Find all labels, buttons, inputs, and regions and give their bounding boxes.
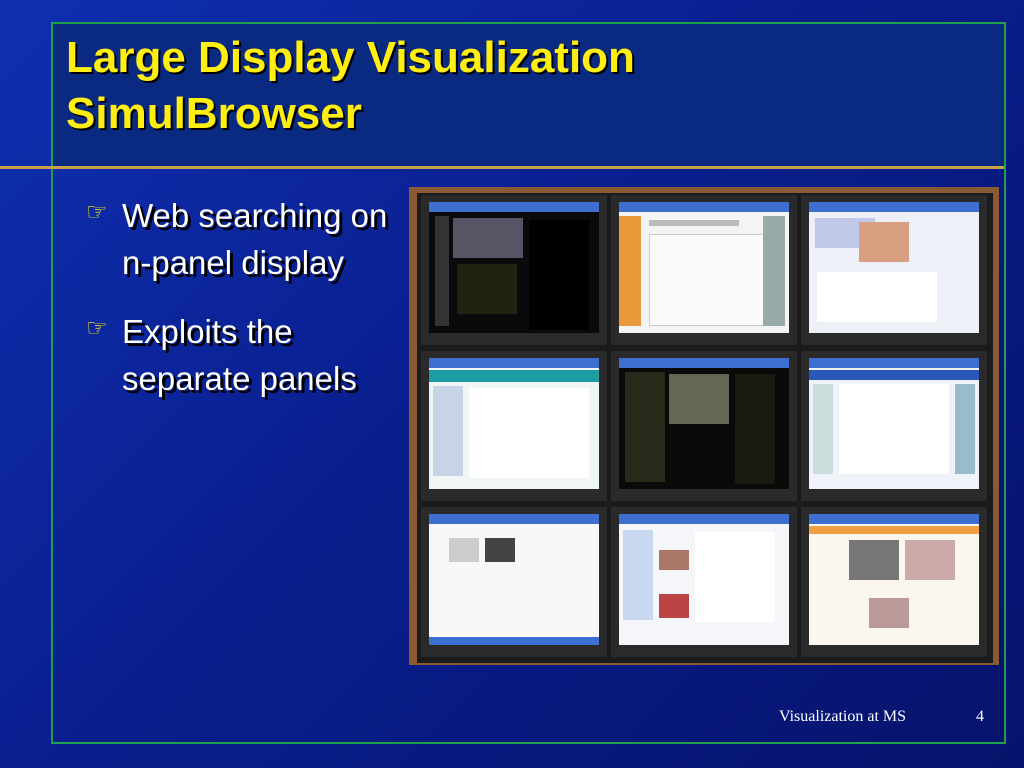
monitor-panel — [801, 507, 987, 657]
slide-title: Large Display Visualization SimulBrowser — [66, 30, 635, 142]
title-line-2: SimulBrowser — [66, 89, 362, 138]
monitor-panel — [421, 507, 607, 657]
pointing-hand-icon: ☞ — [86, 198, 108, 226]
monitor-wall — [417, 193, 993, 663]
footer-text: Visualization at MS — [779, 708, 907, 725]
bullet-text: Exploits the separate panels — [122, 313, 357, 397]
monitor-panel — [611, 195, 797, 345]
bullet-text: Web searching on n-panel display — [122, 197, 388, 281]
bullet-item: ☞ Web searching on n-panel display — [86, 192, 406, 286]
monitor-panel — [801, 195, 987, 345]
monitor-panel — [801, 351, 987, 501]
page-number: 4 — [976, 708, 984, 725]
bullet-list: ☞ Web searching on n-panel display ☞ Exp… — [86, 192, 406, 424]
pointing-hand-icon: ☞ — [86, 314, 108, 342]
monitor-panel — [421, 351, 607, 501]
title-line-1: Large Display Visualization — [66, 33, 635, 82]
monitor-panel — [611, 351, 797, 501]
monitor-panel — [611, 507, 797, 657]
monitor-wall-photo — [409, 187, 999, 665]
monitor-panel — [421, 195, 607, 345]
title-rule — [0, 166, 1004, 169]
bullet-item: ☞ Exploits the separate panels — [86, 308, 406, 402]
